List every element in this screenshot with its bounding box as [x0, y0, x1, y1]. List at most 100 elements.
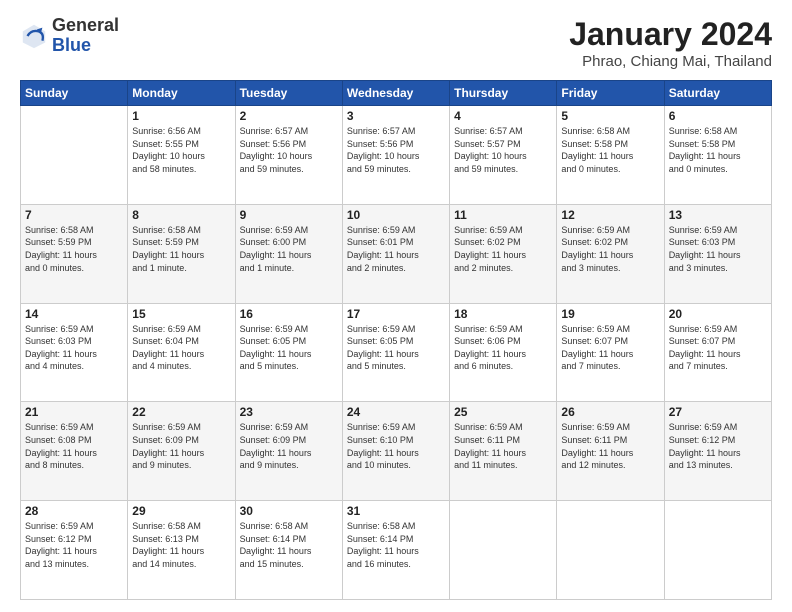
calendar-cell: 30 Sunrise: 6:58 AM Sunset: 6:14 PM Dayli… — [235, 501, 342, 600]
day-number: 4 — [454, 109, 552, 123]
title-block: January 2024 Phrao, Chiang Mai, Thailand — [569, 16, 772, 70]
logo-general-text: General — [52, 16, 119, 36]
day-info: Sunrise: 6:59 AM Sunset: 6:09 PM Dayligh… — [240, 421, 338, 471]
weekday-header-saturday: Saturday — [664, 81, 771, 106]
day-number: 31 — [347, 504, 445, 518]
day-info: Sunrise: 6:58 AM Sunset: 6:13 PM Dayligh… — [132, 520, 230, 570]
day-number: 8 — [132, 208, 230, 222]
day-number: 7 — [25, 208, 123, 222]
day-number: 17 — [347, 307, 445, 321]
day-info: Sunrise: 6:59 AM Sunset: 6:11 PM Dayligh… — [561, 421, 659, 471]
calendar-cell: 10Sunrise: 6:59 AM Sunset: 6:01 PM Dayli… — [342, 204, 449, 303]
day-number: 28 — [25, 504, 123, 518]
day-info: Sunrise: 6:58 AM Sunset: 5:59 PM Dayligh… — [132, 224, 230, 274]
calendar-cell: 3 Sunrise: 6:57 AM Sunset: 5:56 PM Daylig… — [342, 106, 449, 205]
calendar-cell — [21, 106, 128, 205]
day-info: Sunrise: 6:58 AM Sunset: 6:14 PM Dayligh… — [240, 520, 338, 570]
calendar-cell: 2Sunrise: 6:57 AM Sunset: 5:56 PM Daylig… — [235, 106, 342, 205]
day-info: Sunrise: 6:59 AM Sunset: 6:00 PM Dayligh… — [240, 224, 338, 274]
day-info: Sunrise: 6:58 AM Sunset: 5:59 PM Dayligh… — [25, 224, 123, 274]
weekday-header-thursday: Thursday — [450, 81, 557, 106]
calendar-cell — [557, 501, 664, 600]
day-number: 21 — [25, 405, 123, 419]
calendar-cell: 18 Sunrise: 6:59 AM Sunset: 6:06 PM Dayli… — [450, 303, 557, 402]
calendar-cell: 12Sunrise: 6:59 AM Sunset: 6:02 PM Dayli… — [557, 204, 664, 303]
day-info: Sunrise: 6:57 AM Sunset: 5:56 PM Dayligh… — [240, 125, 338, 175]
day-number: 15 — [132, 307, 230, 321]
day-number: 22 — [132, 405, 230, 419]
calendar-cell: 27 Sunrise: 6:59 AM Sunset: 6:12 PM Dayli… — [664, 402, 771, 501]
calendar-cell: 26 Sunrise: 6:59 AM Sunset: 6:11 PM Dayli… — [557, 402, 664, 501]
day-info: Sunrise: 6:59 AM Sunset: 6:06 PM Dayligh… — [454, 323, 552, 373]
month-title: January 2024 — [569, 16, 772, 53]
day-info: Sunrise: 6:58 AM Sunset: 6:14 PM Dayligh… — [347, 520, 445, 570]
day-number: 25 — [454, 405, 552, 419]
calendar-week-3: 14 Sunrise: 6:59 AM Sunset: 6:03 PM Dayli… — [21, 303, 772, 402]
day-info: Sunrise: 6:56 AM Sunset: 5:55 PM Dayligh… — [132, 125, 230, 175]
weekday-header-wednesday: Wednesday — [342, 81, 449, 106]
day-info: Sunrise: 6:57 AM Sunset: 5:56 PM Dayligh… — [347, 125, 445, 175]
logo-text: General Blue — [52, 16, 119, 56]
day-number: 11 — [454, 208, 552, 222]
calendar-cell: 4Sunrise: 6:57 AM Sunset: 5:57 PM Daylig… — [450, 106, 557, 205]
day-info: Sunrise: 6:59 AM Sunset: 6:11 PM Dayligh… — [454, 421, 552, 471]
day-info: Sunrise: 6:59 AM Sunset: 6:07 PM Dayligh… — [669, 323, 767, 373]
weekday-header-sunday: Sunday — [21, 81, 128, 106]
calendar-cell — [450, 501, 557, 600]
calendar-cell: 7 Sunrise: 6:58 AM Sunset: 5:59 PM Daylig… — [21, 204, 128, 303]
calendar-cell: 11Sunrise: 6:59 AM Sunset: 6:02 PM Dayli… — [450, 204, 557, 303]
day-number: 29 — [132, 504, 230, 518]
day-number: 26 — [561, 405, 659, 419]
weekday-header-monday: Monday — [128, 81, 235, 106]
day-number: 30 — [240, 504, 338, 518]
calendar-cell: 22 Sunrise: 6:59 AM Sunset: 6:09 PM Dayli… — [128, 402, 235, 501]
day-number: 5 — [561, 109, 659, 123]
day-info: Sunrise: 6:59 AM Sunset: 6:05 PM Dayligh… — [240, 323, 338, 373]
calendar-cell: 9 Sunrise: 6:59 AM Sunset: 6:00 PM Daylig… — [235, 204, 342, 303]
day-number: 14 — [25, 307, 123, 321]
calendar-cell: 16 Sunrise: 6:59 AM Sunset: 6:05 PM Dayli… — [235, 303, 342, 402]
calendar-cell: 24Sunrise: 6:59 AM Sunset: 6:10 PM Dayli… — [342, 402, 449, 501]
calendar-table: SundayMondayTuesdayWednesdayThursdayFrid… — [20, 80, 772, 600]
day-info: Sunrise: 6:59 AM Sunset: 6:04 PM Dayligh… — [132, 323, 230, 373]
calendar-cell: 15 Sunrise: 6:59 AM Sunset: 6:04 PM Dayli… — [128, 303, 235, 402]
day-number: 23 — [240, 405, 338, 419]
calendar-cell: 28 Sunrise: 6:59 AM Sunset: 6:12 PM Dayli… — [21, 501, 128, 600]
calendar-week-4: 21 Sunrise: 6:59 AM Sunset: 6:08 PM Dayli… — [21, 402, 772, 501]
day-number: 6 — [669, 109, 767, 123]
day-info: Sunrise: 6:59 AM Sunset: 6:08 PM Dayligh… — [25, 421, 123, 471]
calendar-cell — [664, 501, 771, 600]
logo-blue-text: Blue — [52, 36, 119, 56]
day-number: 19 — [561, 307, 659, 321]
calendar-cell: 13 Sunrise: 6:59 AM Sunset: 6:03 PM Dayli… — [664, 204, 771, 303]
day-number: 9 — [240, 208, 338, 222]
day-number: 3 — [347, 109, 445, 123]
calendar-cell: 31 Sunrise: 6:58 AM Sunset: 6:14 PM Dayli… — [342, 501, 449, 600]
calendar-cell: 21 Sunrise: 6:59 AM Sunset: 6:08 PM Dayli… — [21, 402, 128, 501]
day-info: Sunrise: 6:59 AM Sunset: 6:05 PM Dayligh… — [347, 323, 445, 373]
day-info: Sunrise: 6:58 AM Sunset: 5:58 PM Dayligh… — [561, 125, 659, 175]
day-number: 27 — [669, 405, 767, 419]
day-number: 20 — [669, 307, 767, 321]
day-info: Sunrise: 6:59 AM Sunset: 6:12 PM Dayligh… — [25, 520, 123, 570]
calendar-cell: 23 Sunrise: 6:59 AM Sunset: 6:09 PM Dayli… — [235, 402, 342, 501]
calendar-header-row: SundayMondayTuesdayWednesdayThursdayFrid… — [21, 81, 772, 106]
day-info: Sunrise: 6:59 AM Sunset: 6:10 PM Dayligh… — [347, 421, 445, 471]
day-number: 13 — [669, 208, 767, 222]
day-number: 1 — [132, 109, 230, 123]
day-info: Sunrise: 6:59 AM Sunset: 6:09 PM Dayligh… — [132, 421, 230, 471]
logo-icon — [20, 22, 48, 50]
day-info: Sunrise: 6:59 AM Sunset: 6:12 PM Dayligh… — [669, 421, 767, 471]
day-number: 18 — [454, 307, 552, 321]
day-info: Sunrise: 6:59 AM Sunset: 6:03 PM Dayligh… — [669, 224, 767, 274]
day-info: Sunrise: 6:59 AM Sunset: 6:03 PM Dayligh… — [25, 323, 123, 373]
day-number: 10 — [347, 208, 445, 222]
calendar-cell: 29 Sunrise: 6:58 AM Sunset: 6:13 PM Dayli… — [128, 501, 235, 600]
calendar-cell: 6Sunrise: 6:58 AM Sunset: 5:58 PM Daylig… — [664, 106, 771, 205]
day-info: Sunrise: 6:59 AM Sunset: 6:02 PM Dayligh… — [561, 224, 659, 274]
day-number: 16 — [240, 307, 338, 321]
calendar-cell: 5 Sunrise: 6:58 AM Sunset: 5:58 PM Daylig… — [557, 106, 664, 205]
calendar-week-2: 7 Sunrise: 6:58 AM Sunset: 5:59 PM Daylig… — [21, 204, 772, 303]
weekday-header-friday: Friday — [557, 81, 664, 106]
header: General Blue January 2024 Phrao, Chiang … — [20, 16, 772, 70]
